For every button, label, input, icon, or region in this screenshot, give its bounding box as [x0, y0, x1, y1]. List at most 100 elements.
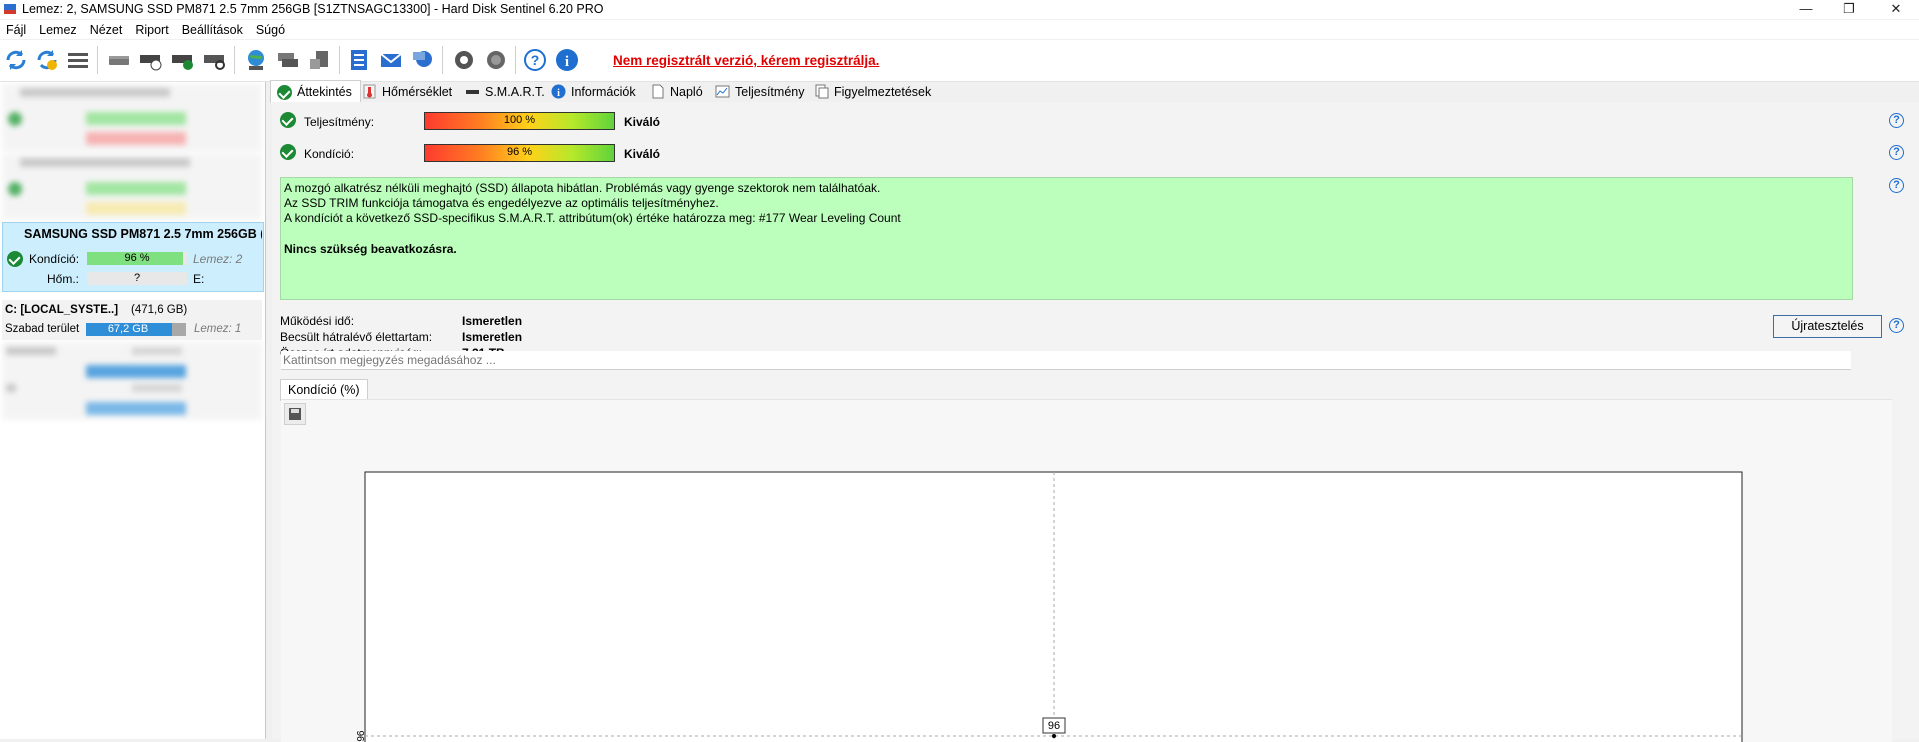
volume-card-blurred[interactable]: [2, 342, 262, 420]
disk-copy-icon[interactable]: [275, 47, 301, 73]
email-icon[interactable]: [378, 47, 404, 73]
retest-button[interactable]: Újratesztelés: [1773, 315, 1882, 338]
menu-settings[interactable]: Beállítások: [176, 20, 250, 40]
menu-bar: Fájl Lemez Nézet Riport Beállítások Súgó: [0, 20, 1919, 39]
performance-bar: 100 %: [424, 112, 615, 130]
toolbar: ? i Nem regisztrált verzió, kérem regisz…: [0, 40, 1919, 82]
chart-data-label: 96: [1048, 720, 1060, 732]
close-button[interactable]: ✕: [1873, 0, 1919, 19]
menu-file[interactable]: Fájl: [0, 20, 33, 40]
condition-chart: 96 96: [354, 471, 1743, 742]
minimize-button[interactable]: —: [1783, 0, 1829, 19]
svg-text:?: ?: [531, 52, 540, 68]
temperature-value: ?: [87, 272, 187, 285]
app-icon: [4, 4, 16, 14]
menu-report[interactable]: Riport: [129, 20, 175, 40]
chart-tab-condition[interactable]: Kondíció (%): [280, 379, 368, 401]
refresh-all-icon[interactable]: [34, 47, 60, 73]
info-line: Az SSD TRIM funkciója támogatva és enged…: [284, 196, 719, 210]
disk-card-selected[interactable]: SAMSUNG SSD PM871 2.5 7mm 256GB (24 Kond…: [2, 222, 264, 292]
tab-warnings[interactable]: Figyelmeztetések: [814, 81, 931, 102]
condition-label: Kondíció:: [304, 147, 355, 161]
tab-temperature[interactable]: Hőmérséklet: [362, 81, 452, 102]
web-report-icon[interactable]: [410, 47, 436, 73]
menu-disk[interactable]: Lemez: [33, 20, 84, 40]
disk-number-label: Lemez: 2: [193, 252, 243, 266]
tab-overview[interactable]: Áttekintés: [270, 80, 361, 103]
free-space-bar: 67,2 GB: [86, 323, 186, 336]
warning-doc-icon: [815, 84, 829, 99]
condition-bar: 96 %: [87, 252, 187, 265]
tab-log[interactable]: Napló: [650, 81, 703, 102]
condition-bar: 96 %: [424, 144, 615, 162]
sound-icon[interactable]: [483, 47, 509, 73]
stat-label: Becsült hátralévő élettartam:: [280, 330, 433, 344]
refresh-icon[interactable]: [3, 47, 29, 73]
free-space-label: Szabad terület: [5, 323, 80, 335]
registration-link[interactable]: Nem regisztrált verzió, kérem regisztrál…: [613, 53, 879, 68]
help-icon[interactable]: ?: [522, 47, 548, 73]
condition-status: Kiváló: [624, 147, 661, 161]
disk-schedule-icon[interactable]: [138, 47, 164, 73]
status-description-box: A mozgó alkatrész nélküli meghajtó (SSD)…: [280, 177, 1853, 300]
info-icon: i: [551, 84, 566, 99]
disk-icon[interactable]: [106, 47, 132, 73]
tab-information[interactable]: i Információk: [551, 81, 636, 102]
temperature-label: Hőm.:: [47, 272, 80, 286]
svg-text:i: i: [557, 88, 560, 99]
status-ok-icon: [7, 251, 23, 267]
info-line: A mozgó alkatrész nélküli meghajtó (SSD)…: [284, 181, 881, 195]
volume-name: C: [LOCAL_SYSTE..]: [5, 304, 119, 316]
disk-icon: [466, 90, 479, 94]
stat-label: Működési idő:: [280, 314, 355, 328]
volume-disk-label: Lemez: 1: [194, 323, 242, 335]
chart-data-point: [1052, 734, 1056, 738]
tab-performance[interactable]: Teljesítmény: [715, 81, 804, 102]
overview-panel: Teljesítmény: 100 % Kiváló ? Kondíció: 9…: [272, 102, 1919, 742]
disk-search-icon[interactable]: [202, 47, 228, 73]
svg-text:i: i: [565, 54, 569, 70]
note-input[interactable]: [281, 351, 1855, 369]
check-circle-icon: [277, 84, 292, 100]
disk-surface-icon[interactable]: [307, 47, 333, 73]
help-icon[interactable]: ?: [1889, 178, 1904, 193]
settings-gear-icon[interactable]: [451, 47, 477, 73]
help-icon[interactable]: ?: [1889, 145, 1904, 160]
condition-chart-area: 96 96: [281, 399, 1892, 742]
disk-card-blurred[interactable]: [2, 84, 262, 152]
menu-view[interactable]: Nézet: [84, 20, 130, 40]
condition-label: Kondíció:: [29, 252, 80, 266]
tab-bar: Áttekintés Hőmérséklet S.M.A.R.T. i Info…: [270, 80, 1919, 103]
help-icon[interactable]: ?: [1889, 318, 1904, 333]
report-icon[interactable]: [346, 47, 372, 73]
disk-card-blurred[interactable]: [2, 154, 262, 220]
network-globe-icon[interactable]: [243, 47, 269, 73]
note-field[interactable]: [281, 351, 1855, 370]
disk-ok-icon[interactable]: [170, 47, 196, 73]
stat-value: Ismeretlen: [462, 330, 523, 344]
performance-ok-icon: [280, 112, 296, 128]
menu-help[interactable]: Súgó: [250, 20, 292, 40]
e-label: E:: [193, 272, 205, 286]
volume-card[interactable]: C: [LOCAL_SYSTE..] (471,6 GB) Szabad ter…: [2, 300, 262, 340]
performance-status: Kiváló: [624, 115, 661, 129]
title-bar: Lemez: 2, SAMSUNG SSD PM871 2.5 7mm 256G…: [0, 0, 1919, 19]
log-icon: [652, 84, 664, 99]
maximize-button[interactable]: ❐: [1826, 0, 1872, 19]
window-title: Lemez: 2, SAMSUNG SSD PM871 2.5 7mm 256G…: [22, 2, 604, 16]
thermometer-icon: [363, 84, 376, 99]
disk-name: SAMSUNG SSD PM871 2.5 7mm 256GB (24: [24, 227, 262, 241]
stat-value: Ismeretlen: [462, 314, 523, 328]
chart-y-tick-label: 96: [354, 730, 365, 742]
volume-size: (471,6 GB): [131, 304, 188, 316]
disk-list-icon[interactable]: [65, 47, 91, 73]
chart-icon: [715, 85, 730, 98]
info-line: A kondíciót a következő SSD-specifikus S…: [284, 211, 901, 225]
info-icon[interactable]: i: [554, 47, 580, 73]
info-recommendation: Nincs szükség beavatkozásra.: [284, 242, 457, 256]
condition-ok-icon: [280, 144, 296, 160]
disk-list-panel: SAMSUNG SSD PM871 2.5 7mm 256GB (24 Kond…: [0, 82, 266, 739]
tab-smart[interactable]: S.M.A.R.T.: [465, 81, 545, 102]
performance-label: Teljesítmény:: [304, 115, 375, 129]
help-icon[interactable]: ?: [1889, 113, 1904, 128]
